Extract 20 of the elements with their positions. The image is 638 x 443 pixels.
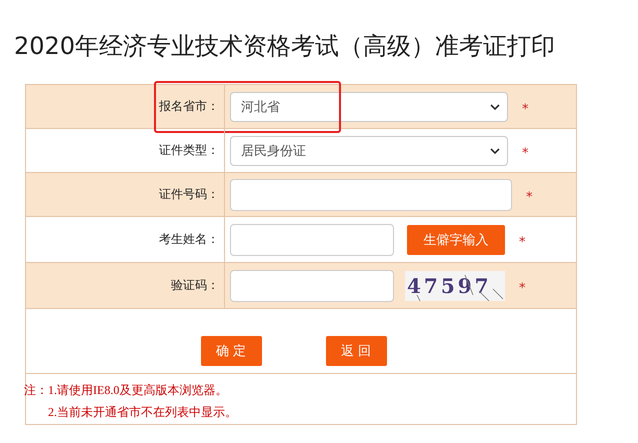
note-text: 注：1.请使用IE8.0及更高版本浏览器。 — [24, 382, 228, 399]
required-mark: * — [519, 281, 526, 296]
dropdown[interactable]: 居民身份证 — [230, 136, 508, 166]
input-field[interactable] — [230, 224, 394, 256]
field-label: 证件类型： — [159, 142, 219, 159]
field-label: 考生姓名： — [159, 231, 219, 248]
dropdown[interactable]: 河北省 — [230, 92, 508, 122]
required-mark: * — [519, 235, 526, 250]
chevron-icon — [490, 104, 500, 110]
input-field[interactable] — [230, 270, 394, 302]
required-mark: * — [522, 102, 528, 117]
note-text: 2.当前未开通省市不在列表中显示。 — [48, 404, 238, 421]
input-field[interactable] — [230, 178, 512, 210]
chevron-icon — [490, 148, 500, 154]
field-label: 验证码： — [171, 277, 219, 294]
required-mark: * — [526, 190, 532, 205]
page-title: 2020年经济专业技术资格考试（高级）准考证打印 — [13, 31, 556, 62]
field-label: 报名省市： — [159, 98, 219, 115]
required-mark: * — [522, 146, 528, 161]
field-label: 证件号码： — [159, 186, 219, 203]
